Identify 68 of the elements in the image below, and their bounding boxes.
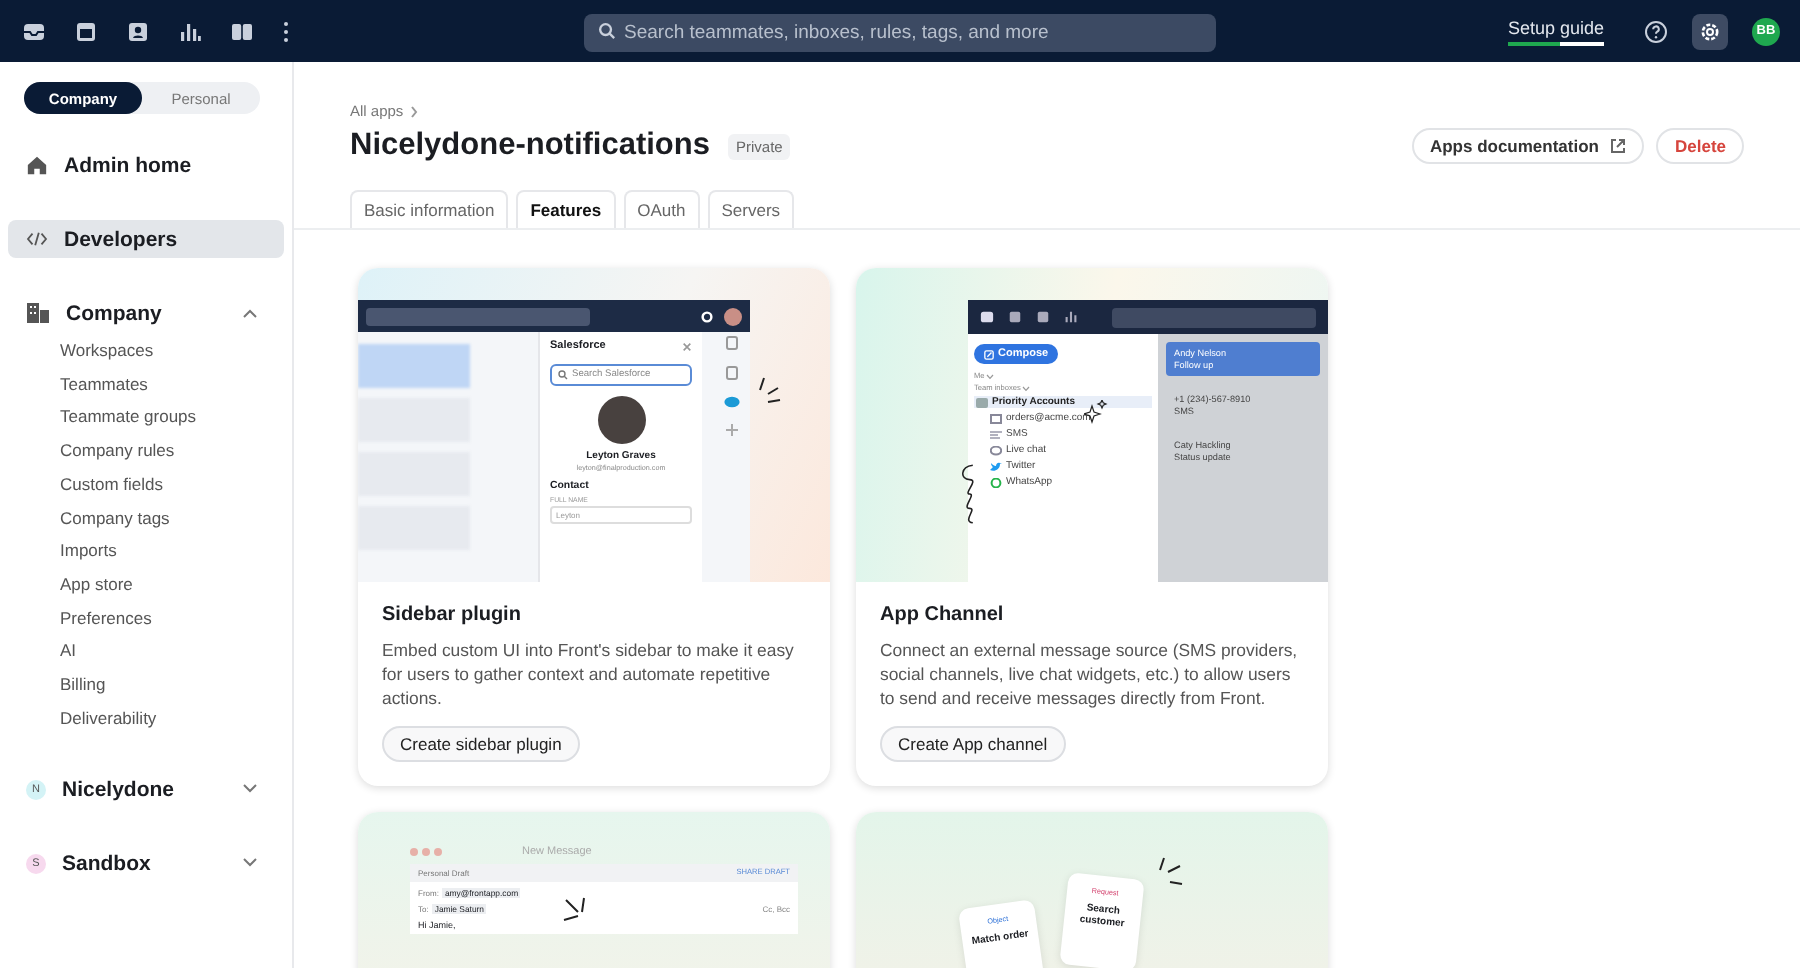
card-description: Connect an external message source (SMS providers, social channels, live chat widgets, etc.) to allow users to send and receive messages directly from Front. — [880, 638, 1300, 710]
window-controls-drawing — [410, 848, 442, 856]
card-title: App Channel — [880, 604, 1006, 626]
bar-chart-icon[interactable] — [178, 19, 202, 43]
inbox-icon[interactable] — [22, 19, 46, 43]
chevron-icon[interactable] — [242, 308, 258, 318]
help-icon[interactable] — [1644, 19, 1668, 43]
chevron-right-icon — [409, 105, 418, 117]
create-button[interactable]: Create App channel — [880, 726, 1066, 762]
chevron-down-icon — [1022, 385, 1031, 391]
home-icon — [26, 154, 48, 176]
lines-icon — [990, 429, 1002, 439]
settings-button[interactable] — [1692, 13, 1728, 49]
sidebar-subitem[interactable]: AI — [60, 634, 284, 669]
pencil-icon — [984, 349, 994, 359]
sidebar-subitem[interactable]: App store — [60, 567, 284, 602]
sidebar-subitem[interactable]: Teammates — [60, 367, 284, 401]
chevron-icon[interactable] — [242, 784, 258, 795]
chevron-down-icon — [986, 373, 995, 379]
sidebar-subitem[interactable]: Preferences — [60, 601, 284, 635]
sidebar-item[interactable]: Company — [8, 294, 284, 332]
calendar-icon[interactable] — [74, 19, 98, 43]
tab[interactable]: Servers — [707, 190, 795, 228]
create-button[interactable]: Create sidebar plugin — [382, 726, 580, 762]
page-title: Nicelydone-notifications — [350, 128, 710, 164]
tab[interactable]: OAuth — [623, 190, 700, 228]
sparkle-lines-drawing — [1156, 856, 1184, 888]
sidebar-item[interactable]: Developers — [8, 220, 284, 258]
setup-guide-link[interactable]: Setup guide — [1507, 17, 1604, 37]
delete-button[interactable]: Delete — [1656, 128, 1744, 164]
document-icon[interactable] — [726, 366, 738, 380]
sidebar-subitem[interactable]: Imports — [60, 534, 284, 568]
sidebar-subitem[interactable]: Workspaces — [60, 334, 284, 368]
avatar-circle — [724, 307, 742, 325]
chat-bubble-icon — [990, 445, 1002, 455]
contact-card-icon — [1036, 310, 1050, 324]
documentation-button[interactable]: Apps documentation — [1411, 128, 1645, 164]
sidebar-subitem[interactable]: Company tags — [60, 501, 284, 535]
close-icon[interactable] — [682, 341, 692, 351]
tab[interactable]: Features — [516, 190, 616, 228]
card-title: Sidebar plugin — [382, 604, 523, 626]
search-icon — [598, 22, 616, 40]
book-icon[interactable] — [230, 19, 254, 43]
search-icon — [558, 370, 568, 380]
sidebar-subitem[interactable]: Billing — [60, 668, 284, 702]
more-icon[interactable] — [282, 19, 290, 43]
envelope-icon — [990, 413, 1002, 423]
sidebar-subitem[interactable]: Company rules — [60, 434, 284, 468]
search-field[interactable]: Search teammates, inboxes, rules, tags, and more — [584, 14, 1216, 52]
bird-icon — [990, 461, 1002, 471]
sidebar-subitem[interactable]: Custom fields — [60, 467, 284, 502]
avatar-circle — [597, 396, 645, 444]
chevron-icon[interactable] — [242, 858, 258, 869]
bar-chart-icon — [1064, 310, 1078, 324]
sidebar-item[interactable]: Admin home — [8, 146, 284, 184]
contact-card-icon[interactable] — [126, 19, 150, 43]
sparkle-lines-drawing — [754, 376, 782, 404]
external-link-icon — [1610, 138, 1627, 154]
inbox-icon — [980, 310, 994, 324]
sidebar-subitem[interactable]: Teammate groups — [60, 400, 284, 435]
tab[interactable]: Basic information — [350, 190, 509, 228]
card-description: Embed custom UI into Front's sidebar to make it easy for users to gather context and automate repetitive actions. — [382, 638, 796, 710]
document-icon[interactable] — [726, 336, 738, 350]
inbox-icon — [976, 397, 988, 407]
calendar-icon — [1008, 310, 1022, 324]
code-icon — [26, 230, 48, 248]
sidebar-subitem[interactable]: Deliverability — [60, 701, 284, 735]
building-icon — [26, 302, 50, 324]
